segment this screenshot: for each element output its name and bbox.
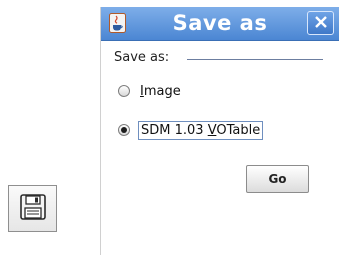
radio-image[interactable]: [118, 85, 130, 97]
floppy-disk-icon: [19, 193, 46, 224]
option-image-label: Image: [140, 83, 181, 99]
save-as-dialog: Save as Save as: Image SDM 1.03 VOTable …: [100, 7, 339, 255]
close-button[interactable]: [307, 11, 334, 35]
dialog-title: Save as: [172, 11, 268, 35]
option-votable-label: SDM 1.03 VOTable: [138, 120, 264, 140]
close-icon: [314, 14, 328, 33]
option-votable[interactable]: SDM 1.03 VOTable: [118, 120, 264, 140]
go-button[interactable]: Go: [246, 165, 309, 193]
dialog-titlebar[interactable]: Save as: [101, 7, 339, 41]
section-label: Save as:: [114, 50, 170, 65]
dialog-content: Save as: Image SDM 1.03 VOTable Go: [101, 41, 339, 255]
save-as-button[interactable]: [8, 185, 57, 232]
option-image[interactable]: Image: [118, 81, 183, 101]
section-divider: [187, 59, 323, 60]
radio-votable[interactable]: [118, 124, 130, 136]
